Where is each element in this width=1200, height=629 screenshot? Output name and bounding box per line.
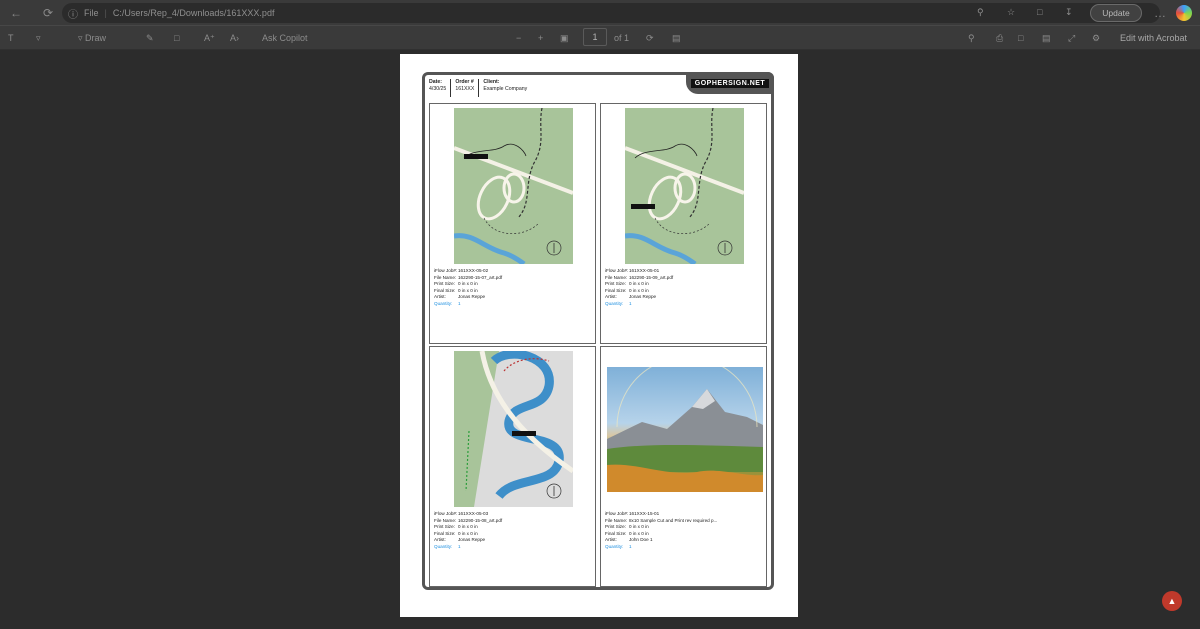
page-total: of 1 (614, 33, 630, 43)
item-card-2: iFlow Job#: 161XXX-05-01 File Name: 162290… (600, 103, 767, 344)
address-field[interactable]: ⓘ File | C:/Users/Rep_4/Downloads/161XXX… (62, 3, 1160, 23)
client-block: Client: Example Company (478, 79, 531, 97)
page-number-input[interactable]: 1 (583, 28, 607, 46)
info-icon: ⓘ (68, 9, 78, 21)
search-icon[interactable]: ⚲ (968, 30, 975, 46)
fullscreen-icon[interactable]: ⤢ (1068, 30, 1075, 46)
item-card-3: iFlow Job#: 161XXX-05-03 File Name: 162290… (429, 346, 596, 587)
pdf-page: Date: 4/30/25 Order #161XXX Client: Exampl… (400, 54, 798, 617)
erase-icon[interactable]: ✎ (146, 30, 154, 46)
translate-icon[interactable]: A› (230, 30, 239, 46)
zoom-in-icon[interactable]: + (538, 30, 543, 46)
map-thumbnail-3 (454, 351, 573, 507)
refresh-icon[interactable]: ⟳ (38, 3, 58, 23)
print-icon[interactable]: ⎙ (996, 30, 1003, 46)
favorite-icon[interactable]: ☆ (1007, 7, 1015, 18)
text-icon[interactable]: ⁤T (8, 30, 14, 46)
acrobat-icon[interactable]: ▲ (1162, 591, 1182, 611)
read-aloud-icon[interactable]: A⁺ (204, 30, 215, 46)
draw-button[interactable]: ▿ Draw (78, 30, 106, 46)
ask-copilot-button[interactable]: Ask Copilot (262, 30, 308, 46)
landscape-photo-thumbnail (607, 367, 763, 492)
download-icon[interactable]: ↧ (1065, 7, 1073, 18)
copilot-icon[interactable] (1176, 5, 1192, 21)
item-card-1: iFlow Job#: 161XXX-05-02 File Name: 162290… (429, 103, 596, 344)
add-text-icon[interactable]: □ (174, 30, 179, 46)
save-as-icon[interactable]: ▤ (1042, 30, 1051, 46)
item-card-4: iFlow Job#: 161XXX-15-01 File Name: 8x10 S… (600, 346, 767, 587)
item-meta-1: iFlow Job#: 161XXX-05-02 File Name: 162290… (434, 268, 503, 306)
settings-icon[interactable]: ⚙ (1092, 30, 1100, 46)
save-icon[interactable]: □ (1018, 30, 1023, 46)
item-meta-4: iFlow Job#: 161XXX-15-01 File Name: 8x10 S… (605, 511, 718, 549)
fit-page-icon[interactable]: ▣ (560, 30, 569, 46)
update-button[interactable]: Update (1090, 4, 1142, 22)
item-meta-2: iFlow Job#: 161XXX-05-01 File Name: 162290… (605, 268, 674, 306)
zoom-out-icon[interactable]: − (516, 30, 521, 46)
rotate-icon[interactable]: ⟳ (646, 30, 654, 46)
order-block: Order #161XXX (450, 79, 478, 97)
map-thumbnail-1 (454, 108, 573, 264)
date-block: Date: 4/30/25 (429, 79, 447, 92)
item-meta-3: iFlow Job#: 161XXX-05-03 File Name: 162290… (434, 511, 503, 549)
order-header: Date: 4/30/25 Order #161XXX Client: Exampl… (429, 79, 531, 97)
url-text: C:/Users/Rep_4/Downloads/161XXX.pdf (112, 8, 275, 18)
browser-address-bar: ← ⟳ ⓘ File | C:/Users/Rep_4/Downloads/16… (0, 0, 1200, 26)
collections-icon[interactable]: □ (1037, 7, 1042, 17)
highlight-icon[interactable]: ▿ (36, 30, 41, 46)
map-thumbnail-2 (625, 108, 744, 264)
pdf-viewer: Date: 4/30/25 Order #161XXX Client: Exampl… (0, 50, 1200, 629)
file-label: File (84, 8, 99, 18)
back-icon[interactable]: ← (6, 3, 26, 23)
two-page-icon[interactable]: ▤ (672, 30, 681, 46)
zoom-icon[interactable]: ⚲ (977, 7, 984, 18)
pdf-toolbar: ⁤T ▿ ▿ Draw ✎ □ A⁺ A› Ask Copilot − + ▣ … (0, 26, 1200, 50)
gophersign-logo: GOPHERSIGN.NET (686, 72, 774, 94)
order-sheet-frame: Date: 4/30/25 Order #161XXX Client: Exampl… (422, 72, 774, 590)
edit-with-acrobat-button[interactable]: Edit with Acrobat (1120, 30, 1187, 46)
more-icon[interactable]: … (1150, 3, 1170, 23)
